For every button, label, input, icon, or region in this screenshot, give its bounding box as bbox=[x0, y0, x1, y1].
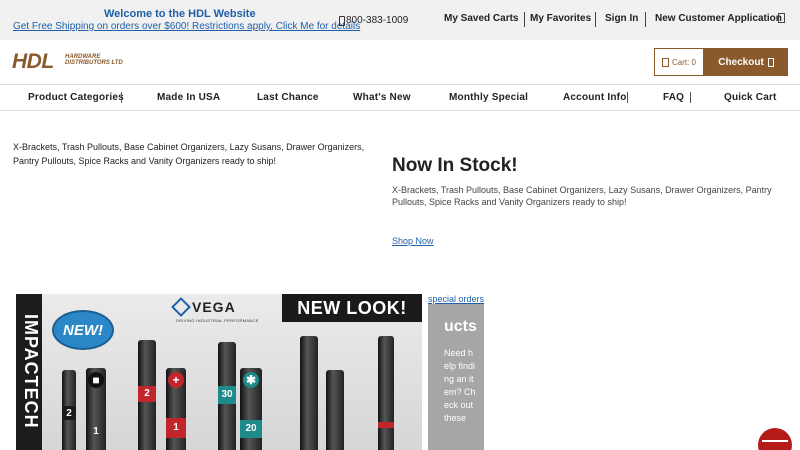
help-card-text: Need help finding an item? Check out the… bbox=[444, 348, 476, 423]
extension-bit bbox=[378, 336, 394, 450]
driver-bit: 2 bbox=[62, 370, 76, 450]
nav-made-in-usa[interactable]: Made In USA bbox=[157, 92, 220, 103]
nut-driver bbox=[300, 336, 318, 450]
bit-band bbox=[378, 422, 394, 428]
vega-promo-banner[interactable]: IMPACTECH VEGA DRIVING INDUSTRIAL PERFOR… bbox=[16, 294, 422, 450]
vega-logo: VEGA bbox=[171, 297, 236, 317]
separator bbox=[627, 92, 628, 103]
phone-number-text: 800-383-1009 bbox=[346, 15, 409, 26]
checkout-button[interactable]: Checkout bbox=[704, 48, 788, 76]
driver-bit: 2 bbox=[138, 340, 156, 450]
separator bbox=[524, 12, 525, 27]
impactech-label: IMPACTECH bbox=[16, 294, 42, 450]
bit-size-label: 1 bbox=[173, 422, 179, 433]
new-badge: NEW! bbox=[52, 310, 114, 350]
nut-driver bbox=[326, 370, 344, 450]
nav-product-categories[interactable]: Product Categories bbox=[28, 92, 124, 103]
phone-number[interactable]: 800-383-1009 bbox=[339, 15, 408, 26]
logo-subtitle: HARDWARE DISTRIBUTORS LTD bbox=[65, 54, 123, 66]
square-drive-icon: ■ bbox=[88, 372, 104, 388]
driver-bit: ■ 1 bbox=[86, 368, 106, 450]
new-look-banner: NEW LOOK! bbox=[282, 294, 422, 322]
document-icon bbox=[767, 57, 774, 67]
top-bar: Welcome to the HDL Website Get Free Ship… bbox=[0, 0, 800, 40]
bit-size-label: 1 bbox=[93, 426, 99, 437]
cart-count: Cart: 0 bbox=[671, 57, 696, 67]
vega-diamond-icon bbox=[171, 297, 191, 317]
shopping-bag-icon bbox=[661, 57, 669, 67]
now-in-stock-heading: Now In Stock! bbox=[392, 155, 518, 176]
promo-text: X-Brackets, Trash Pullouts, Base Cabinet… bbox=[13, 142, 365, 166]
document-icon bbox=[778, 13, 785, 23]
shop-now-link[interactable]: Shop Now bbox=[392, 236, 434, 246]
logo-wordmark: HDL bbox=[12, 50, 54, 73]
chat-icon[interactable] bbox=[758, 428, 792, 450]
bit-size-label: 20 bbox=[245, 423, 257, 434]
special-orders-link[interactable]: special orders bbox=[428, 294, 485, 304]
welcome-message: Welcome to the HDL Website bbox=[104, 8, 256, 20]
cart-button[interactable]: Cart: 0 bbox=[654, 48, 704, 76]
nav-faq[interactable]: FAQ bbox=[663, 92, 684, 103]
separator bbox=[690, 92, 691, 103]
nav-monthly-special[interactable]: Monthly Special bbox=[449, 92, 528, 103]
phone-icon bbox=[339, 15, 345, 26]
separator bbox=[595, 12, 596, 27]
separator bbox=[121, 92, 122, 103]
nav-account-info[interactable]: Account Info bbox=[563, 92, 627, 103]
bit-size-label: 30 bbox=[221, 389, 233, 400]
driver-bit: 30 bbox=[218, 342, 236, 450]
free-shipping-link[interactable]: Get Free Shipping on orders over $600! R… bbox=[13, 21, 360, 32]
hdl-logo[interactable]: HDL HARDWARE DISTRIBUTORS LTD bbox=[12, 50, 123, 73]
nav-last-chance[interactable]: Last Chance bbox=[257, 92, 319, 103]
help-card-heading: ucts bbox=[444, 318, 477, 335]
vega-tagline: DRIVING INDUSTRIAL PERFORMANCE bbox=[176, 318, 259, 323]
new-customer-application-link[interactable]: New Customer Application bbox=[655, 13, 782, 24]
saved-carts-link[interactable]: My Saved Carts bbox=[444, 13, 518, 24]
impactech-text: IMPACTECH bbox=[21, 314, 41, 429]
vega-brand-name: VEGA bbox=[192, 299, 236, 315]
favorites-link[interactable]: My Favorites bbox=[530, 13, 591, 24]
main-nav: Product Categories Made In USA Last Chan… bbox=[0, 84, 800, 111]
now-in-stock-text: X-Brackets, Trash Pullouts, Base Cabinet… bbox=[392, 185, 772, 207]
driver-bit: ✱ 20 bbox=[240, 368, 262, 450]
nav-whats-new[interactable]: What's New bbox=[353, 92, 411, 103]
torx-drive-icon: ✱ bbox=[243, 372, 259, 388]
driver-bit: + 1 bbox=[166, 368, 186, 450]
separator bbox=[645, 12, 646, 27]
bit-size-label: 2 bbox=[66, 408, 72, 419]
bit-size-label: 2 bbox=[144, 388, 150, 399]
phillips-drive-icon: + bbox=[168, 372, 184, 388]
checkout-label: Checkout bbox=[718, 56, 764, 68]
nav-quick-cart[interactable]: Quick Cart bbox=[724, 92, 777, 103]
sign-in-link[interactable]: Sign In bbox=[605, 13, 638, 24]
